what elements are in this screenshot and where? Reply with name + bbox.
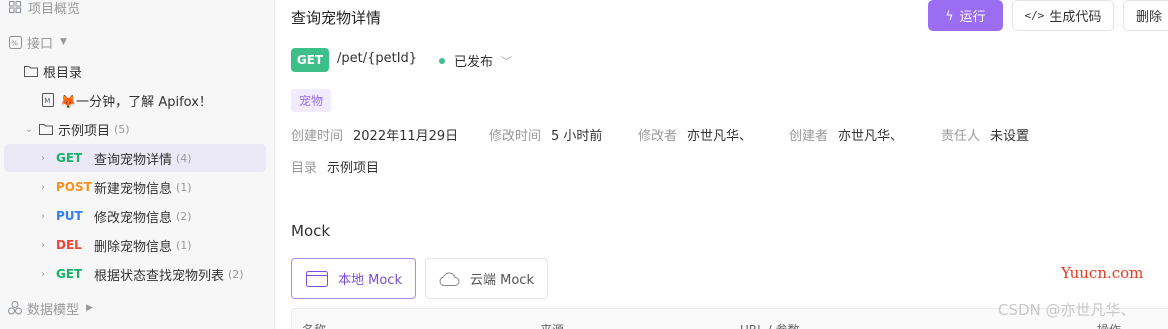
meta-modified: 修改时间 5 小时前 [489,125,602,144]
status-dot-icon [439,57,445,64]
sidebar-endpoint-put-pet[interactable]: › PUT 修改宠物信息 (2) [0,202,274,230]
data-model-icon [8,301,22,315]
chevron-right-icon[interactable]: › [38,153,48,164]
meta-value: 亦世凡华、 [838,129,904,144]
status-select[interactable]: 已发布 ﹀ [439,51,512,70]
meta-value: 未设置 [990,129,1030,144]
meta-label: 创建时间 [291,129,344,144]
chevron-down-icon[interactable]: ⌄ [24,124,34,135]
sidebar-item-doc[interactable]: M 🦊一分钟，了解 Apifox！ [0,86,274,114]
meta-label: 创建者 [789,129,829,144]
button-label: 生成代码 [1049,10,1102,25]
meta-creator: 创建者 亦世凡华、 [789,125,903,144]
item-count: (1) [176,180,192,194]
local-mock-tab[interactable]: 本地 Mock [291,258,416,299]
column-header: 来源 [540,321,564,329]
button-label: 运行 [959,10,986,25]
grid-icon [8,0,22,14]
method-label: GET [56,151,83,165]
meta-created: 创建时间 2022年11月29日 [291,125,458,144]
browser-window-icon [306,270,328,287]
column-header: URL / 参数 [740,321,799,329]
meta-label: 修改时间 [489,129,542,144]
api-icon: % [8,35,22,49]
delete-button[interactable]: 删除 [1123,0,1168,31]
main-panel: 查询宠物详情 ϟ 运行 </> 生成代码 删除 GET /pet/{petId}… [275,0,1168,329]
folder-icon [39,122,53,136]
endpoint-path[interactable]: /pet/{petId} [337,51,417,66]
page-title: 查询宠物详情 [291,9,382,27]
method-label: POST [56,180,92,194]
sidebar-section-data-model[interactable]: 数据模型 ▶ [0,294,274,322]
endpoint-name: 新建宠物信息 [94,181,173,197]
chevron-right-icon[interactable]: › [38,182,48,193]
endpoint-name: 根据状态查找宠物列表 [94,268,225,284]
sidebar-section-api[interactable]: % 接口 ▼ [0,28,274,56]
column-header: 操作 [1097,321,1121,329]
sidebar-folder-example[interactable]: ⌄ 示例项目 (5) [0,115,274,143]
sidebar-endpoint-find-by-status[interactable]: › GET 根据状态查找宠物列表 (2) [0,260,274,288]
mock-section-title: Mock [291,222,331,240]
site-watermark: Yuucn.com [1061,264,1144,282]
method-label: PUT [56,209,83,223]
sidebar-endpoint-get-pet[interactable]: › GET 查询宠物详情 (4) [4,144,266,172]
generate-code-button[interactable]: </> 生成代码 [1012,0,1114,31]
endpoint-name: 查询宠物详情 [94,152,173,168]
item-count: (2) [228,267,244,281]
run-button[interactable]: ϟ 运行 [928,0,1003,31]
meta-value: 示例项目 [327,161,380,176]
column-header: 名称 [302,321,326,329]
item-count: (5) [114,122,130,136]
cloud-mock-tab[interactable]: 云端 Mock [425,258,548,299]
caret-down-icon[interactable]: ▼ [60,37,67,47]
meta-owner[interactable]: 责任人 未设置 [941,125,1029,144]
chevron-down-icon: ﹀ [501,54,513,68]
meta-label: 责任人 [941,129,981,144]
item-count: (4) [176,151,192,165]
meta-value: 2022年11月29日 [353,129,459,144]
author-watermark: CSDN @亦世凡华、 [998,301,1136,319]
folder-icon [24,64,38,78]
sidebar-folder-root[interactable]: 根目录 [0,57,274,85]
sidebar: 项目概览 % 接口 ▼ 根目录 M 🦊一分钟，了解 Apifox！ ⌄ 示例项目… [0,0,275,329]
method-badge: GET [291,48,329,72]
tag-badge[interactable]: 宠物 [291,89,332,112]
meta-folder: 目录 示例项目 [291,157,379,176]
sidebar-item-overview[interactable]: 项目概览 [0,0,274,21]
sidebar-item-label: 根目录 [43,65,83,81]
svg-text:%: % [11,39,18,47]
caret-right-icon[interactable]: ▶ [86,303,93,313]
item-count: (2) [176,209,192,223]
markdown-doc-icon: M [41,93,55,107]
sidebar-endpoint-del-pet[interactable]: › DEL 删除宠物信息 (1) [0,231,274,259]
lightning-icon: ϟ [945,8,954,23]
endpoint-name: 删除宠物信息 [94,239,173,255]
sidebar-item-label: 🦊一分钟，了解 Apifox！ [60,94,212,110]
chevron-right-icon[interactable]: › [38,269,48,280]
code-icon: </> [1024,9,1045,22]
tab-label: 本地 Mock [338,273,402,288]
chevron-right-icon[interactable]: › [38,240,48,251]
meta-value: 5 小时前 [551,129,603,144]
sidebar-item-label: 接口 [27,36,54,52]
meta-label: 目录 [291,161,318,176]
sidebar-endpoint-post-pet[interactable]: › POST 新建宠物信息 (1) [0,173,274,201]
svg-text:M: M [44,97,50,105]
cloud-icon [439,271,460,286]
method-label: DEL [56,238,82,252]
meta-label: 修改者 [638,129,678,144]
tab-label: 云端 Mock [470,273,534,288]
meta-value: 亦世凡华、 [687,129,753,144]
method-label: GET [56,267,83,281]
sidebar-item-label: 示例项目 [58,123,111,139]
status-label: 已发布 [454,55,494,70]
sidebar-item-label: 数据模型 [27,302,80,318]
sidebar-item-label: 项目概览 [28,1,81,17]
button-label: 删除 [1136,10,1163,25]
meta-modifier: 修改者 亦世凡华、 [638,125,752,144]
endpoint-name: 修改宠物信息 [94,210,173,226]
chevron-right-icon[interactable]: › [38,211,48,222]
item-count: (1) [176,238,192,252]
